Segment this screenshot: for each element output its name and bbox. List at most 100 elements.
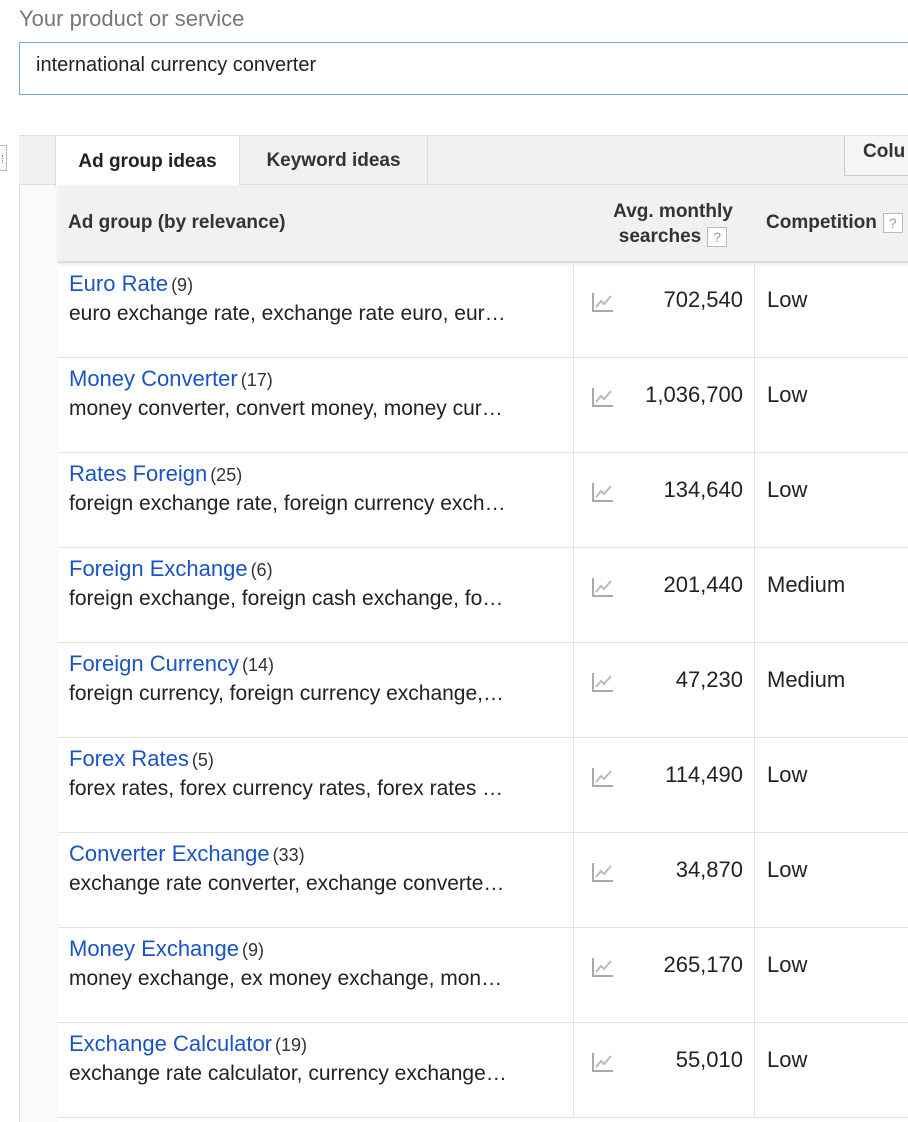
table-row: Converter Exchange (33) exchange rate con… [58,833,908,928]
competition-value: Low [767,857,808,882]
trend-chart-icon[interactable] [592,862,614,882]
trend-cell [573,453,630,548]
ad-group-keywords: exchange rate converter, exchange conver… [69,872,505,895]
table-row: Forex Rates (5) forex rates, forex curren… [58,738,908,833]
table-row: Euro Rate (9) euro exchange rate, exchang… [58,263,908,358]
ad-group-link[interactable]: Rates Foreign [69,461,207,486]
trend-cell [573,643,630,738]
collapse-handle[interactable] [0,145,7,171]
product-input[interactable]: international currency converter [19,42,908,95]
trend-cell [573,928,630,1023]
trend-chart-icon[interactable] [592,482,614,502]
table-row: Money Exchange (9) money exchange, ex mon… [58,928,908,1023]
trend-chart-icon[interactable] [592,292,614,312]
trend-cell [573,358,630,453]
trend-cell [573,738,630,833]
trend-cell [573,263,630,358]
trend-chart-icon[interactable] [592,577,614,597]
tab-ad-group-ideas[interactable]: Ad group ideas [55,136,240,187]
competition-value: Low [767,1047,808,1072]
ad-group-cell: Exchange Calculator (19) exchange rate ca… [58,1023,573,1118]
ad-group-count: (9) [242,940,264,960]
ad-group-count: (6) [250,560,273,580]
ad-group-keywords: exchange rate calculator, currency excha… [69,1062,507,1085]
avg-monthly-searches: 34,870 [630,833,755,928]
ad-group-count: (17) [240,370,273,390]
avg-monthly-searches: 134,640 [630,453,755,548]
ad-group-link[interactable]: Money Exchange [69,936,239,961]
header-ad-group[interactable]: Ad group (by relevance) [68,212,286,234]
avg-monthly-searches: 114,490 [630,738,755,833]
header-avg-line2: searches [618,226,702,247]
ad-group-link[interactable]: Foreign Exchange [69,556,248,581]
trend-chart-icon[interactable] [592,387,614,407]
table-row: Foreign Currency (14) foreign currency, f… [58,643,908,738]
header-avg-line1: Avg. monthly [613,201,733,222]
ad-group-count: (9) [171,275,194,295]
trend-cell [573,833,630,928]
table-row: Exchange Calculator (19) exchange rate ca… [58,1023,908,1118]
trend-chart-icon[interactable] [592,672,614,692]
trend-cell [573,548,630,643]
ad-group-keywords: forex rates, forex currency rates, forex… [69,777,504,800]
ad-group-keywords: foreign exchange rate, foreign currency … [69,492,506,515]
ad-group-cell: Foreign Currency (14) foreign currency, f… [58,643,573,738]
ad-group-link[interactable]: Exchange Calculator [69,1031,272,1056]
ad-group-cell: Rates Foreign (25) foreign exchange rate,… [58,453,573,548]
ad-group-count: (5) [191,750,214,770]
ad-group-count: (25) [210,465,243,485]
trend-cell [573,1023,630,1118]
ad-group-cell: Money Exchange (9) money exchange, ex mon… [58,928,573,1023]
left-rail [19,135,58,1122]
ad-group-link[interactable]: Money Converter [69,366,238,391]
avg-monthly-searches: 201,440 [630,548,755,643]
header-competition-label: Competition [766,212,877,233]
ad-group-link[interactable]: Converter Exchange [69,841,270,866]
competition-value: Low [767,287,808,312]
ad-group-cell: Forex Rates (5) forex rates, forex curren… [58,738,573,833]
trend-chart-icon[interactable] [592,957,614,977]
competition-value: Medium [767,572,846,597]
trend-chart-icon[interactable] [592,1052,614,1072]
trend-chart-icon[interactable] [592,767,614,787]
ad-group-keywords: euro exchange rate, exchange rate euro, … [69,302,506,325]
ad-group-count: (19) [275,1035,308,1055]
table-header: Ad group (by relevance) Avg. monthly sea… [58,185,908,263]
product-input-value[interactable]: international currency converter [36,54,316,77]
tab-bar: Ad group ideas Keyword ideas Colu [19,135,908,187]
table-body: Euro Rate (9) euro exchange rate, exchang… [58,263,908,1118]
tab-keyword-ideas[interactable]: Keyword ideas [240,136,428,186]
header-avg-monthly-searches[interactable]: Avg. monthly searches? [598,199,748,249]
avg-monthly-searches: 265,170 [630,928,755,1023]
table-row: Foreign Exchange (6) foreign exchange, fo… [58,548,908,643]
competition-value: Low [767,477,808,502]
table-row: Money Converter (17) money converter, con… [58,358,908,453]
avg-monthly-searches: 55,010 [630,1023,755,1118]
ad-group-count: (33) [272,845,305,865]
help-icon[interactable]: ? [882,212,903,233]
ad-group-cell: Euro Rate (9) euro exchange rate, exchang… [58,263,573,358]
table-row: Rates Foreign (25) foreign exchange rate,… [58,453,908,548]
ad-group-cell: Foreign Exchange (6) foreign exchange, fo… [58,548,573,643]
ad-group-keywords: foreign currency, foreign currency excha… [69,682,504,705]
ad-group-keywords: money exchange, ex money exchange, mon… [69,967,503,990]
ad-group-cell: Converter Exchange (33) exchange rate con… [58,833,573,928]
competition-value: Medium [767,667,846,692]
ad-group-count: (14) [241,655,274,675]
ad-group-link[interactable]: Euro Rate [69,271,168,296]
product-label: Your product or service [19,6,245,31]
competition-value: Low [767,952,808,977]
ad-group-keywords: foreign exchange, foreign cash exchange,… [69,587,504,610]
columns-button[interactable]: Colu [844,136,908,176]
avg-monthly-searches: 702,540 [630,263,755,358]
competition-value: Low [767,762,808,787]
ad-group-keywords: money converter, convert money, money cu… [69,397,503,420]
ad-group-link[interactable]: Foreign Currency [69,651,239,676]
ad-group-link[interactable]: Forex Rates [69,746,189,771]
avg-monthly-searches: 1,036,700 [630,358,755,453]
avg-monthly-searches: 47,230 [630,643,755,738]
header-competition[interactable]: Competition? [766,212,903,234]
help-icon[interactable]: ? [707,226,728,247]
competition-value: Low [767,382,808,407]
ad-group-cell: Money Converter (17) money converter, con… [58,358,573,453]
